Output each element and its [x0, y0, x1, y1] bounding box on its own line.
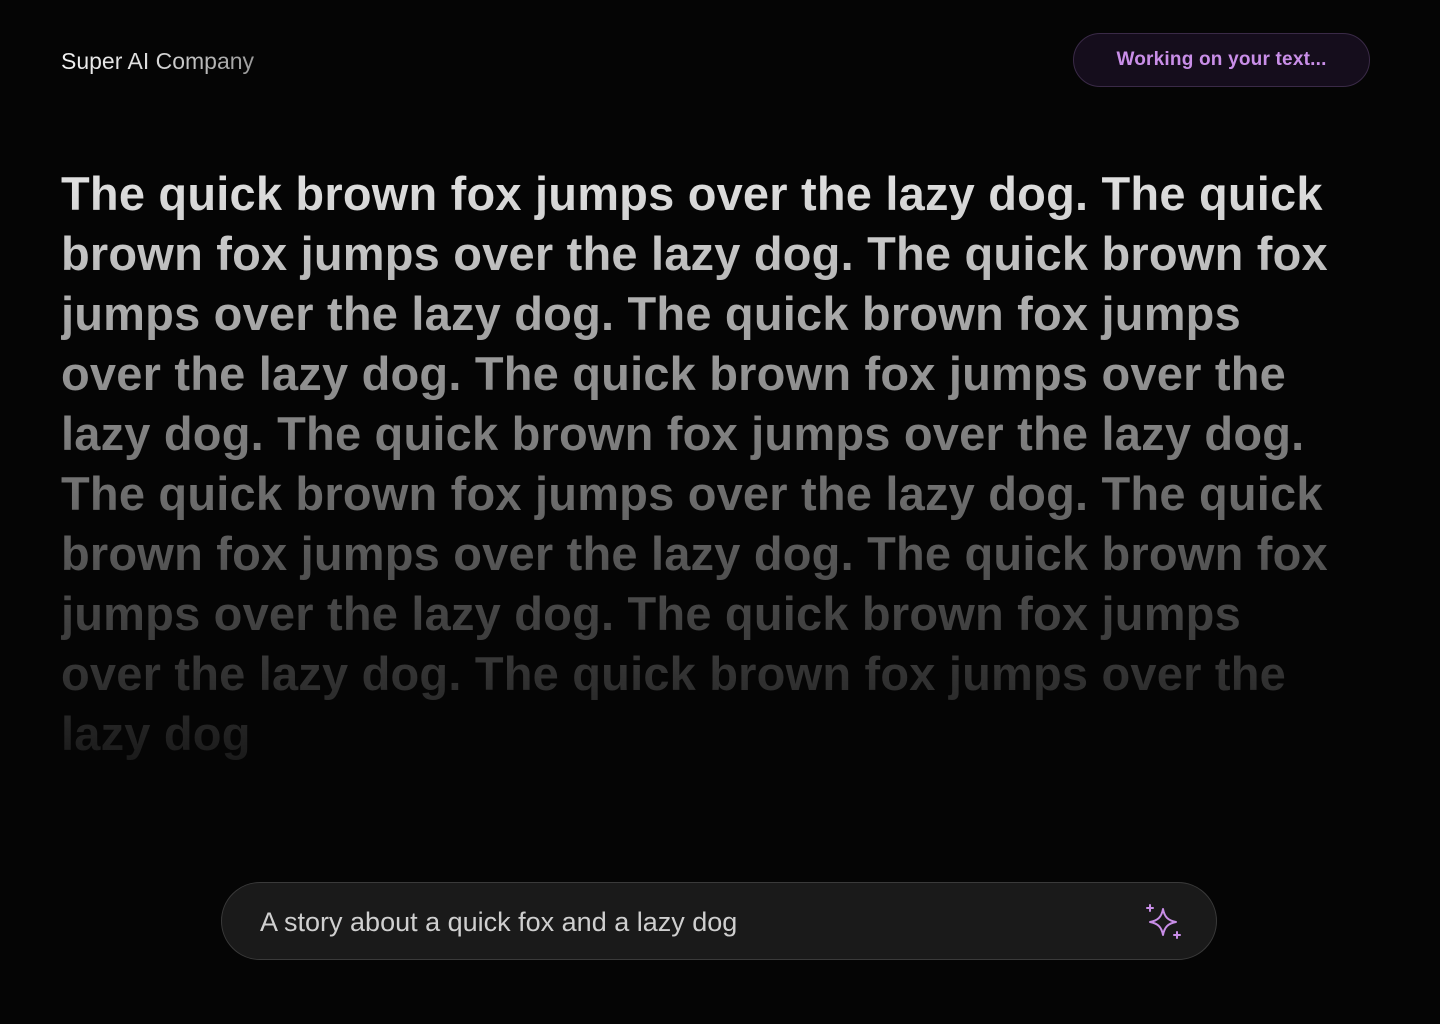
prompt-text[interactable]: A story about a quick fox and a lazy dog — [260, 907, 737, 937]
story-text: The quick brown fox jumps over the lazy … — [61, 164, 1351, 764]
page: Super AI Company Working on your text...… — [0, 0, 1440, 1024]
status-text: Working on your text... — [1116, 49, 1327, 70]
status-badge: Working on your text... — [1073, 33, 1370, 87]
prompt-input[interactable]: A story about a quick fox and a lazy dog — [221, 882, 1217, 960]
generated-story: The quick brown fox jumps over the lazy … — [61, 164, 1351, 814]
brand-name: Super AI Company — [61, 48, 255, 74]
sparkle-icon[interactable] — [1142, 901, 1184, 943]
header: Super AI Company Working on your text... — [0, 0, 1440, 122]
